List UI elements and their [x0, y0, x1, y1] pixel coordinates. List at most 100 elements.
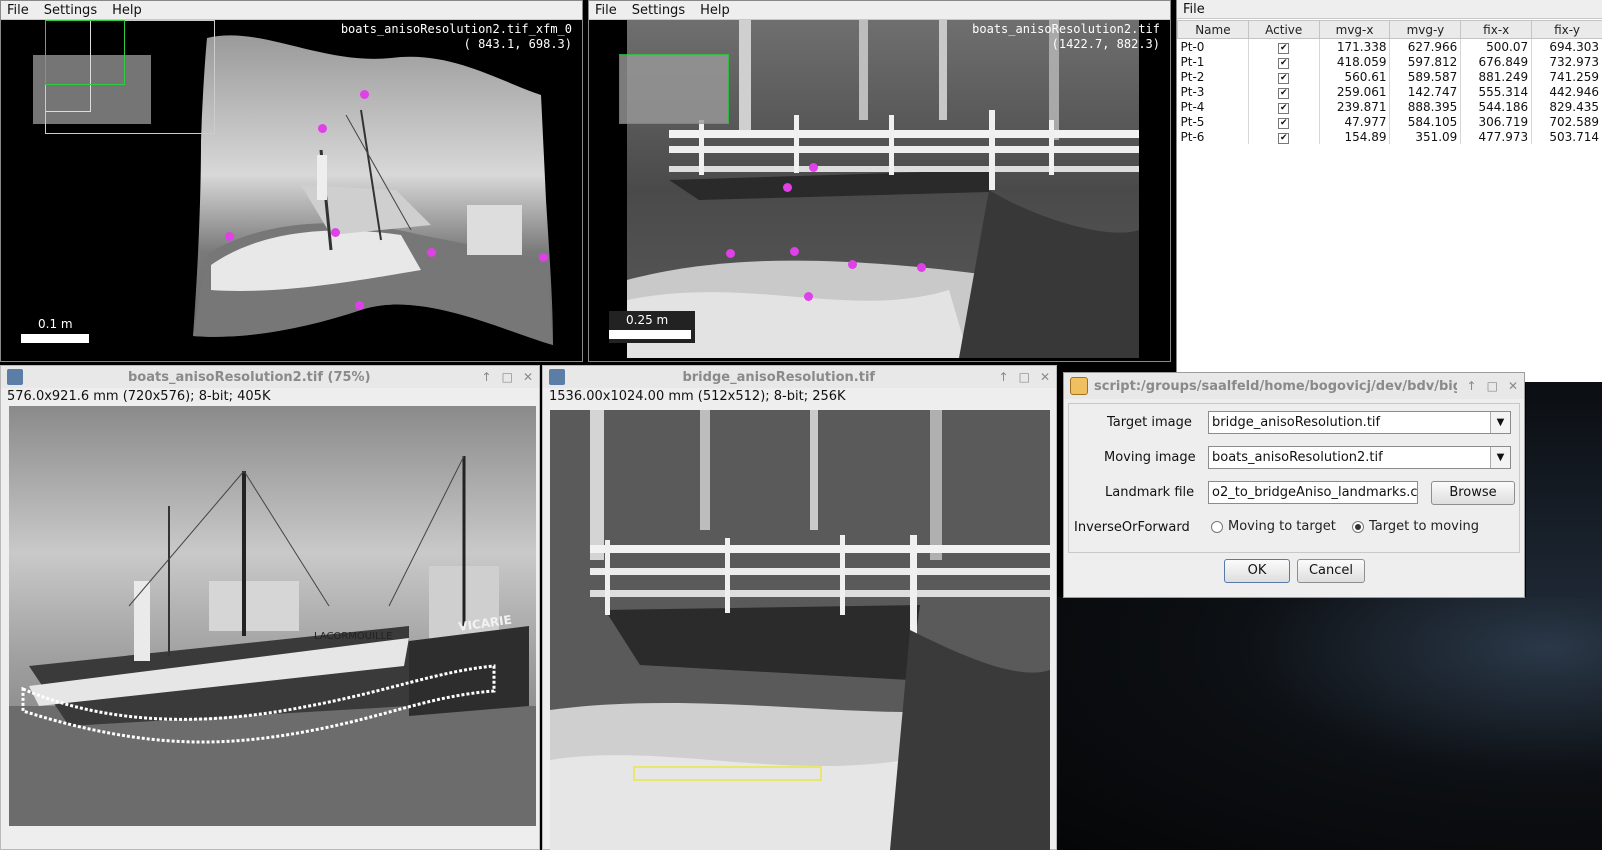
landmark-point[interactable] — [318, 124, 327, 133]
active-checkbox-cell[interactable]: ✔ — [1248, 129, 1320, 144]
landmark-name-cell: Pt-1 — [1177, 54, 1249, 69]
coordinate-cell: 888.395 — [1389, 99, 1462, 114]
checkbox-checked-icon[interactable]: ✔ — [1278, 73, 1290, 84]
boats-image-canvas[interactable]: LACORMOUILLE VICARIE — [9, 406, 536, 826]
menu-settings[interactable]: Settings — [632, 3, 685, 18]
checkbox-checked-icon[interactable]: ✔ — [1278, 88, 1290, 99]
chevron-down-icon[interactable]: ▼ — [1490, 412, 1510, 433]
chevron-down-icon[interactable]: ▼ — [1490, 447, 1510, 468]
moving-image-value: boats_anisoResolution2.tif — [1212, 450, 1383, 465]
column-header-mvg-y[interactable]: mvg-y — [1389, 20, 1462, 39]
maximize-icon[interactable]: □ — [1019, 370, 1030, 384]
menu-file[interactable]: File — [1183, 2, 1205, 17]
landmark-point[interactable] — [917, 263, 926, 272]
imagej-icon — [549, 369, 565, 385]
maximize-icon[interactable]: □ — [502, 370, 513, 384]
close-icon[interactable]: ✕ — [1040, 370, 1050, 384]
close-icon[interactable]: ✕ — [1508, 379, 1518, 393]
cancel-button[interactable]: Cancel — [1297, 559, 1365, 583]
table-row[interactable]: Pt-0 ✔ 171.338 627.966 500.07 694.303 — [1177, 38, 1602, 54]
moving-viewer-canvas[interactable]: boats_anisoResolution2.tif_xfm_0( 843.1,… — [1, 20, 582, 361]
maximize-icon[interactable]: □ — [1487, 379, 1498, 393]
radio-moving-to-target[interactable]: Moving to target — [1211, 519, 1336, 534]
coordinate-cell: 589.587 — [1389, 69, 1462, 84]
active-checkbox-cell[interactable]: ✔ — [1248, 69, 1320, 84]
bridge-image-canvas[interactable] — [550, 410, 1050, 850]
checkbox-checked-icon[interactable]: ✔ — [1278, 103, 1290, 114]
pin-icon[interactable]: ↑ — [482, 370, 492, 384]
active-checkbox-cell[interactable]: ✔ — [1248, 99, 1320, 114]
table-row[interactable]: Pt-3 ✔ 259.061 142.747 555.314 442.946 — [1177, 84, 1602, 99]
landmark-name-cell: Pt-0 — [1177, 38, 1249, 54]
landmark-point[interactable] — [360, 90, 369, 99]
checkbox-checked-icon[interactable]: ✔ — [1278, 133, 1290, 144]
landmark-point[interactable] — [427, 248, 436, 257]
coordinate-cell: 306.719 — [1460, 114, 1533, 129]
column-header-mvg-x[interactable]: mvg-x — [1318, 20, 1391, 39]
moving-image-select[interactable]: boats_anisoResolution2.tif ▼ — [1208, 446, 1511, 469]
close-icon[interactable]: ✕ — [523, 370, 533, 384]
landmark-table: Name Active mvg-x mvg-y fix-x fix-y Pt-0… — [1177, 20, 1602, 144]
java-icon — [1070, 377, 1088, 395]
bridge-image-window: bridge_anisoResolution.tif ↑ □ ✕ 1536.00… — [542, 365, 1057, 850]
landmark-point[interactable] — [848, 260, 857, 269]
radio-icon[interactable] — [1211, 520, 1223, 533]
column-header-active[interactable]: Active — [1247, 20, 1320, 39]
landmark-point[interactable] — [355, 301, 364, 310]
active-checkbox-cell[interactable]: ✔ — [1248, 38, 1320, 54]
boats-image-window: boats_anisoResolution2.tif (75%) ↑ □ ✕ 5… — [0, 365, 540, 850]
table-row[interactable]: Pt-2 ✔ 560.61 589.587 881.249 741.259 — [1177, 69, 1602, 84]
active-checkbox-cell[interactable]: ✔ — [1248, 84, 1320, 99]
dialog-panel: Target image bridge_anisoResolution.tif … — [1068, 403, 1520, 553]
landmark-point[interactable] — [225, 232, 234, 241]
menu-help[interactable]: Help — [112, 3, 142, 18]
boats-window-titlebar[interactable]: boats_anisoResolution2.tif (75%) ↑ □ ✕ — [1, 366, 539, 388]
landmark-point[interactable] — [809, 163, 818, 172]
coordinate-cell: 442.946 — [1531, 84, 1602, 99]
table-row[interactable]: Pt-6 ✔ 154.89 351.09 477.973 503.714 — [1177, 129, 1602, 144]
landmark-name-cell: Pt-2 — [1177, 69, 1249, 84]
target-image-value: bridge_anisoResolution.tif — [1212, 415, 1381, 430]
table-row[interactable]: Pt-1 ✔ 418.059 597.812 676.849 732.973 — [1177, 54, 1602, 69]
menu-help[interactable]: Help — [700, 3, 730, 18]
checkbox-checked-icon[interactable]: ✔ — [1278, 118, 1290, 129]
menu-settings[interactable]: Settings — [44, 3, 97, 18]
landmark-point[interactable] — [790, 247, 799, 256]
dialog-titlebar[interactable]: script:/groups/saalfeld/home/bogovicj/de… — [1064, 373, 1524, 399]
checkbox-checked-icon[interactable]: ✔ — [1278, 58, 1290, 69]
coordinate-cell: 351.09 — [1389, 129, 1462, 144]
inverse-or-forward-label: InverseOrForward — [1074, 520, 1190, 535]
landmark-point[interactable] — [804, 292, 813, 301]
imagej-icon — [7, 369, 23, 385]
radio-target-to-moving[interactable]: Target to moving — [1352, 519, 1479, 534]
menu-file[interactable]: File — [595, 3, 617, 18]
radio-selected-icon[interactable] — [1352, 520, 1364, 533]
landmark-point[interactable] — [783, 183, 792, 192]
column-header-fix-x[interactable]: fix-x — [1460, 20, 1533, 39]
target-image-select[interactable]: bridge_anisoResolution.tif ▼ — [1208, 411, 1511, 434]
ok-button[interactable]: OK — [1224, 559, 1290, 583]
pin-icon[interactable]: ↑ — [1467, 379, 1477, 393]
landmark-point[interactable] — [539, 253, 548, 262]
landmark-file-input[interactable]: o2_to_bridgeAniso_landmarks.csv — [1208, 481, 1418, 504]
coordinate-cell: 741.259 — [1531, 69, 1602, 84]
source-name-readout: boats_anisoResolution2.tif_xfm_0( 843.1,… — [340, 22, 572, 51]
table-row[interactable]: Pt-5 ✔ 47.977 584.105 306.719 702.589 — [1177, 114, 1602, 129]
active-checkbox-cell[interactable]: ✔ — [1248, 54, 1320, 69]
table-row[interactable]: Pt-4 ✔ 239.871 888.395 544.186 829.435 — [1177, 99, 1602, 114]
checkbox-checked-icon[interactable]: ✔ — [1278, 43, 1290, 54]
landmark-file-value: o2_to_bridgeAniso_landmarks.csv — [1212, 485, 1418, 500]
landmark-point[interactable] — [331, 228, 340, 237]
column-header-fix-y[interactable]: fix-y — [1531, 20, 1602, 39]
browse-button[interactable]: Browse — [1431, 481, 1515, 505]
column-header-name[interactable]: Name — [1177, 20, 1249, 39]
pin-icon[interactable]: ↑ — [999, 370, 1009, 384]
landmark-name-cell: Pt-3 — [1177, 84, 1249, 99]
coordinate-cell: 154.89 — [1319, 129, 1391, 144]
fixed-viewer-canvas[interactable]: boats_anisoResolution2.tif (1422.7, 882.3… — [589, 20, 1170, 361]
landmark-point[interactable] — [726, 249, 735, 258]
menu-file[interactable]: File — [7, 3, 29, 18]
radio-target-to-moving-label: Target to moving — [1369, 519, 1479, 534]
bridge-window-titlebar[interactable]: bridge_anisoResolution.tif ↑ □ ✕ — [543, 366, 1056, 388]
active-checkbox-cell[interactable]: ✔ — [1248, 114, 1320, 129]
